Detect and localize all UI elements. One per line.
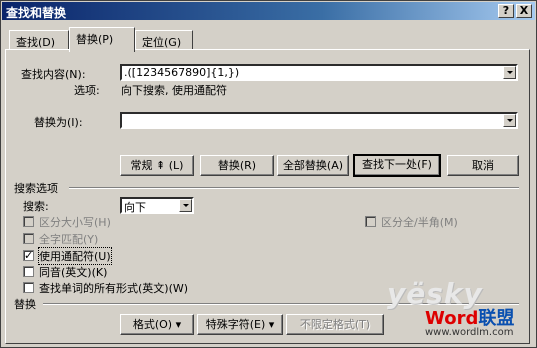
- no-formatting-button[interactable]: 不限定格式(T): [286, 314, 384, 335]
- replace-with-input[interactable]: [120, 112, 518, 129]
- tab-goto[interactable]: 定位(G): [135, 30, 193, 50]
- width-label: 区分全/半角(M): [381, 216, 458, 229]
- search-options-header: 搜索选项: [14, 182, 58, 195]
- width-checkbox[interactable]: [365, 216, 376, 227]
- find-next-button[interactable]: 查找下一处(F): [353, 154, 441, 177]
- find-what-label: 查找内容(N):: [21, 68, 86, 81]
- replace-all-button[interactable]: 全部替换(A): [277, 155, 349, 176]
- divider: [69, 187, 519, 189]
- all-forms-label: 查找单词的所有形式(英文)(W): [39, 282, 189, 295]
- tab-goto-label: 定位: [142, 36, 164, 49]
- watermark-url: www.wordlm.com: [425, 327, 514, 338]
- check-icon: ✓: [24, 249, 34, 262]
- match-case-checkbox[interactable]: [23, 216, 34, 227]
- find-what-value: .([1234567890]{1,}): [124, 66, 240, 79]
- replace-section-header: 替换: [14, 298, 36, 311]
- all-forms-checkbox[interactable]: [23, 282, 34, 293]
- tab-replace[interactable]: 替换(P): [69, 27, 135, 52]
- search-direction-label: 搜索:: [23, 200, 49, 213]
- special-button[interactable]: 特殊字符(E) ▾: [197, 314, 283, 335]
- chevron-down-icon[interactable]: [179, 199, 192, 212]
- chevron-down-icon[interactable]: [503, 66, 516, 79]
- format-button[interactable]: 格式(O) ▾: [120, 314, 194, 335]
- window-title: 查找和替换: [6, 6, 67, 20]
- replace-with-label: 替换为(I):: [34, 116, 83, 129]
- sounds-like-checkbox[interactable]: [23, 266, 34, 277]
- search-direction-select[interactable]: 向下: [120, 197, 194, 214]
- help-button[interactable]: ?: [498, 4, 514, 18]
- search-direction-value: 向下: [124, 201, 146, 214]
- title-bar: 查找和替换 ? X: [2, 2, 535, 20]
- sounds-like-label: 同音(英文)(K): [39, 266, 108, 279]
- options-label: 选项:: [74, 84, 100, 97]
- close-button[interactable]: X: [516, 4, 532, 18]
- chevron-down-icon[interactable]: [503, 114, 516, 127]
- find-what-input[interactable]: .([1234567890]{1,}): [120, 64, 518, 81]
- whole-word-checkbox[interactable]: [23, 233, 34, 244]
- tab-replace-label: 替换: [76, 33, 98, 46]
- less-button[interactable]: 常规 ⇞ (L): [120, 155, 194, 176]
- wildcards-checkbox[interactable]: ✓: [23, 250, 34, 261]
- wildcards-label: 使用通配符(U): [38, 247, 112, 265]
- whole-word-label: 全字匹配(Y): [39, 233, 99, 246]
- cancel-button[interactable]: 取消: [447, 155, 519, 176]
- replace-button[interactable]: 替换(R): [200, 155, 274, 176]
- tab-find[interactable]: 查找(D): [9, 30, 69, 50]
- find-replace-dialog: 查找和替换 ? X 查找(D) 替换(P) 定位(G) 查找内容(N): .([…: [0, 0, 537, 348]
- tab-find-label: 查找: [16, 36, 38, 49]
- match-case-label: 区分大小写(H): [39, 216, 111, 229]
- options-value: 向下搜索, 使用通配符: [121, 84, 227, 97]
